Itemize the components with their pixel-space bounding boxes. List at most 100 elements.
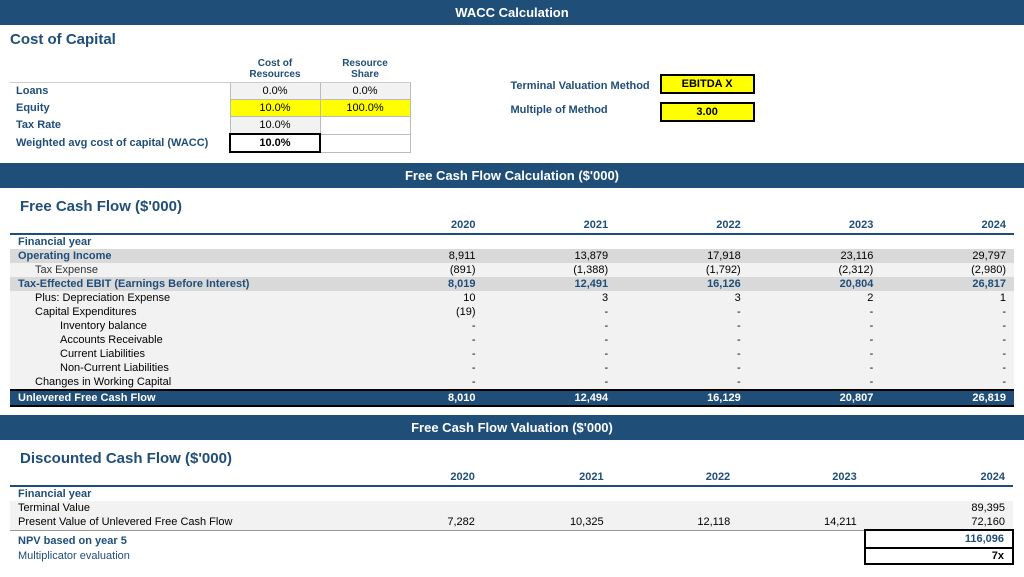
wacc-col-share: Resource Share: [320, 56, 410, 83]
fcf-row-ulfcf: Unlevered Free Cash Flow 8,010 12,494 16…: [10, 390, 1014, 406]
dep-2023: 2: [749, 291, 882, 305]
ar-2024: -: [881, 333, 1014, 347]
loans-share: 0.0%: [320, 83, 410, 100]
tv-2021: [483, 501, 612, 515]
ar-2020: -: [370, 333, 484, 347]
val-fy-label: Financial year: [10, 486, 370, 501]
fcf-row-inventory: Inventory balance - - - - -: [10, 319, 1014, 333]
wc-2022: -: [616, 375, 749, 390]
te-2020: (891): [370, 263, 484, 277]
npv-2020: [370, 530, 483, 548]
oi-2021: 13,879: [484, 249, 617, 263]
fcf-section: Free Cash Flow ($'000) 2020 2021 2022 20…: [0, 188, 1024, 415]
equity-share[interactable]: 100.0%: [320, 100, 410, 117]
mult-label: Multiplicator evaluation: [10, 548, 370, 564]
wc-2023: -: [749, 375, 882, 390]
wacc-grid: Cost of Resources Resource Share Loans 0…: [10, 56, 1014, 153]
fcf-col-2022: 2022: [616, 217, 749, 234]
val-header-title: Free Cash Flow Valuation ($'000): [411, 420, 613, 435]
capex-label: Capital Expenditures: [10, 305, 370, 319]
fcf-fy-2020: [370, 234, 484, 249]
ncl-label: Non-Current Liabilities: [10, 361, 370, 375]
pv-2021: 10,325: [483, 515, 612, 530]
terminal-method-value[interactable]: EBITDA X: [660, 74, 755, 94]
ulfcf-2023: 20,807: [749, 390, 882, 406]
terminal-section: Terminal Valuation Method Multiple of Me…: [511, 56, 755, 122]
tv-2023: [738, 501, 865, 515]
capex-2021: -: [484, 305, 617, 319]
pv-label: Present Value of Unlevered Free Cash Flo…: [10, 515, 370, 530]
dcf-section-title: Discounted Cash Flow ($'000): [10, 444, 1014, 469]
mult-2020: [370, 548, 483, 564]
npv-2024: 116,096: [865, 530, 1013, 548]
fcf-row-ar: Accounts Receivable - - - - -: [10, 333, 1014, 347]
ebit-2022: 16,126: [616, 277, 749, 291]
terminal-multiple-value[interactable]: 3.00: [660, 102, 755, 122]
equity-cost[interactable]: 10.0%: [230, 100, 320, 117]
wacc-row-loans: Loans 0.0% 0.0%: [10, 83, 410, 100]
val-fy-2023: [738, 486, 865, 501]
inv-2021: -: [484, 319, 617, 333]
wc-2021: -: [484, 375, 617, 390]
mult-2021: [483, 548, 612, 564]
oi-2020: 8,911: [370, 249, 484, 263]
depreciation-label: Plus: Depreciation Expense: [10, 291, 370, 305]
fcf-row-ncl: Non-Current Liabilities - - - - -: [10, 361, 1014, 375]
val-row-terminal: Terminal Value 89,395: [10, 501, 1013, 515]
ebit-2024: 26,817: [881, 277, 1014, 291]
ulfcf-2020: 8,010: [370, 390, 484, 406]
inv-2023: -: [749, 319, 882, 333]
fcf-row-financial-year: Financial year: [10, 234, 1014, 249]
val-fy-2020: [370, 486, 483, 501]
val-row-npv: NPV based on year 5 116,096: [10, 530, 1013, 548]
fcf-fy-2022: [616, 234, 749, 249]
terminal-value-label: Terminal Value: [10, 501, 370, 515]
tv-2020: [370, 501, 483, 515]
loans-label: Loans: [10, 83, 230, 100]
ar-label: Accounts Receivable: [10, 333, 370, 347]
loans-cost: 0.0%: [230, 83, 320, 100]
pv-2024: 72,160: [865, 515, 1013, 530]
fcf-financial-year-label: Financial year: [10, 234, 370, 249]
te-2022: (1,792): [616, 263, 749, 277]
val-row-pv: Present Value of Unlevered Free Cash Flo…: [10, 515, 1013, 530]
tv-2022: [612, 501, 739, 515]
mult-2022: [612, 548, 739, 564]
cl-2023: -: [749, 347, 882, 361]
fcf-col-2020: 2020: [370, 217, 484, 234]
ncl-2024: -: [881, 361, 1014, 375]
fcf-row-tax-expense: Tax Expense (891) (1,388) (1,792) (2,312…: [10, 263, 1014, 277]
pv-2023: 14,211: [738, 515, 865, 530]
ebit-label: Tax-Effected EBIT (Earnings Before Inter…: [10, 277, 370, 291]
wacc-col-cost: Cost of Resources: [230, 56, 320, 83]
fcf-col-label: [10, 217, 370, 234]
te-2023: (2,312): [749, 263, 882, 277]
fcf-table: 2020 2021 2022 2023 2024 Financial year …: [10, 217, 1014, 407]
val-col-label: [10, 469, 370, 486]
val-row-financial-year: Financial year: [10, 486, 1013, 501]
fcf-section-title: Free Cash Flow ($'000): [10, 192, 1014, 217]
val-col-2023: 2023: [738, 469, 865, 486]
terminal-labels: Terminal Valuation Method Multiple of Me…: [511, 80, 650, 116]
ulfcf-2024: 26,819: [881, 390, 1014, 406]
ar-2021: -: [484, 333, 617, 347]
val-fy-2021: [483, 486, 612, 501]
val-col-2020: 2020: [370, 469, 483, 486]
ncl-2021: -: [484, 361, 617, 375]
taxrate-label: Tax Rate: [10, 117, 230, 135]
ebit-2020: 8,019: [370, 277, 484, 291]
cl-2024: -: [881, 347, 1014, 361]
fcf-main-header: Free Cash Flow Calculation ($'000): [0, 163, 1024, 188]
ar-2022: -: [616, 333, 749, 347]
cl-2021: -: [484, 347, 617, 361]
wacc-label: Weighted avg cost of capital (WACC): [10, 134, 230, 152]
wacc-share: [320, 134, 410, 152]
npv-2023: [738, 530, 865, 548]
fcf-header-title: Free Cash Flow Calculation ($'000): [405, 168, 619, 183]
ncl-2023: -: [749, 361, 882, 375]
val-header-row: 2020 2021 2022 2023 2024: [10, 469, 1013, 486]
ebit-2023: 20,804: [749, 277, 882, 291]
mult-2024: 7x: [865, 548, 1013, 564]
terminal-values: EBITDA X 3.00: [660, 74, 755, 122]
oi-2023: 23,116: [749, 249, 882, 263]
